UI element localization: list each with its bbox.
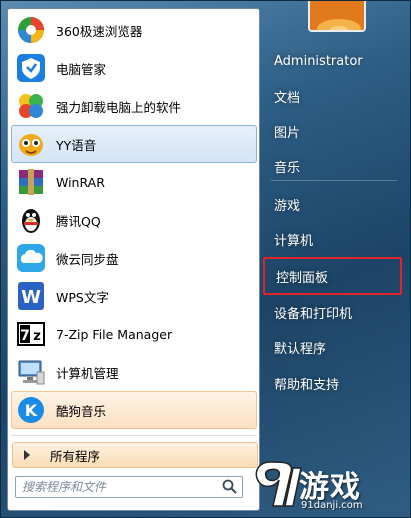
right-link-music[interactable]: 音乐 bbox=[263, 151, 407, 181]
91-logo-icon bbox=[255, 461, 302, 507]
right-link-help-support[interactable]: 帮助和支持 bbox=[263, 368, 407, 398]
all-programs-button[interactable]: 所有程序 bbox=[12, 442, 258, 468]
all-programs-label: 所有程序 bbox=[50, 448, 101, 464]
svg-text:7: 7 bbox=[20, 328, 30, 344]
right-link-pictures[interactable]: 图片 bbox=[263, 116, 407, 146]
right-link-label: 默认程序 bbox=[274, 341, 327, 357]
program-item-uninstaller[interactable]: 强力卸载电脑上的软件 bbox=[11, 87, 257, 125]
right-link-computer[interactable]: 计算机 bbox=[263, 224, 407, 254]
program-item-qq[interactable]: 腾讯QQ bbox=[11, 201, 257, 239]
right-link-label: 音乐 bbox=[274, 160, 301, 176]
program-item-wps[interactable]: W WPS文字 bbox=[11, 277, 257, 315]
program-label: YY语音 bbox=[56, 137, 97, 153]
weiyun-cloud-icon bbox=[15, 242, 47, 274]
user-avatar[interactable] bbox=[308, 1, 366, 32]
program-label: 微云同步盘 bbox=[56, 251, 119, 267]
360-chrome-icon bbox=[15, 14, 47, 46]
uninstall-icon bbox=[15, 90, 47, 122]
right-link-control-panel[interactable]: 控制面板 bbox=[263, 257, 402, 295]
program-item-computer-management[interactable]: 计算机管理 bbox=[11, 353, 257, 391]
program-label: WPS文字 bbox=[56, 289, 109, 305]
program-item-kugou[interactable]: K 酷狗音乐 bbox=[11, 391, 257, 429]
computer-management-icon bbox=[15, 356, 47, 388]
programs-panel: 360极速浏览器 电脑管家 强力卸载电脑上的软件 YY语音 WinRAR 腾讯Q… bbox=[7, 8, 260, 511]
kugou-icon: K bbox=[15, 394, 47, 426]
program-item-7zip[interactable]: 7 z 7-Zip File Manager bbox=[11, 315, 257, 353]
program-item-360-browser[interactable]: 360极速浏览器 bbox=[11, 11, 257, 49]
program-label: 电脑管家 bbox=[56, 61, 107, 77]
watermark-url: 91danji.com bbox=[301, 500, 363, 511]
triangle-right-icon bbox=[24, 450, 30, 460]
right-link-default-programs[interactable]: 默认程序 bbox=[263, 332, 407, 362]
right-link-devices-printers[interactable]: 设备和打印机 bbox=[263, 297, 407, 327]
watermark: 游戏 91danji.com bbox=[249, 456, 409, 516]
program-label: 7-Zip File Manager bbox=[56, 326, 173, 342]
svg-text:W: W bbox=[21, 287, 41, 308]
right-link-label: 设备和打印机 bbox=[274, 306, 353, 322]
7zip-icon: 7 z bbox=[15, 318, 47, 350]
search-input[interactable] bbox=[16, 478, 221, 496]
program-item-weiyun[interactable]: 微云同步盘 bbox=[11, 239, 257, 277]
pc-manager-icon bbox=[15, 52, 47, 84]
svg-text:z: z bbox=[33, 329, 41, 344]
right-link-label: 图片 bbox=[274, 125, 301, 141]
program-item-pc-manager[interactable]: 电脑管家 bbox=[11, 49, 257, 87]
right-link-label: 游戏 bbox=[274, 198, 301, 214]
program-label: 计算机管理 bbox=[56, 365, 119, 381]
search-field[interactable] bbox=[15, 476, 243, 498]
right-link-label: 帮助和支持 bbox=[274, 377, 340, 393]
wps-writer-icon: W bbox=[15, 280, 47, 312]
qq-penguin-icon bbox=[15, 204, 47, 236]
start-menu: 360极速浏览器 电脑管家 强力卸载电脑上的软件 YY语音 WinRAR 腾讯Q… bbox=[0, 0, 411, 518]
program-label: 腾讯QQ bbox=[56, 213, 101, 229]
program-label: 酷狗音乐 bbox=[56, 403, 107, 419]
search-icon[interactable] bbox=[221, 478, 239, 496]
divider bbox=[271, 180, 397, 181]
right-link-documents[interactable]: 文档 bbox=[263, 81, 407, 111]
program-list: 360极速浏览器 电脑管家 强力卸载电脑上的软件 YY语音 WinRAR 腾讯Q… bbox=[11, 11, 257, 429]
divider bbox=[11, 435, 257, 436]
right-link-games[interactable]: 游戏 bbox=[263, 189, 407, 219]
program-label: 强力卸载电脑上的软件 bbox=[56, 99, 182, 115]
right-link-label: 文档 bbox=[274, 90, 301, 106]
right-link-label: 控制面板 bbox=[276, 270, 329, 286]
program-item-yy-voice[interactable]: YY语音 bbox=[11, 125, 257, 163]
program-label: WinRAR bbox=[56, 174, 105, 190]
right-link-administrator[interactable]: Administrator bbox=[263, 46, 407, 76]
yy-voice-icon bbox=[15, 128, 47, 160]
svg-text:K: K bbox=[25, 401, 38, 420]
right-link-label: Administrator bbox=[274, 53, 363, 69]
program-item-winrar[interactable]: WinRAR bbox=[11, 163, 257, 201]
right-link-label: 计算机 bbox=[274, 233, 314, 249]
winrar-icon bbox=[15, 166, 47, 198]
program-label: 360极速浏览器 bbox=[56, 23, 143, 39]
